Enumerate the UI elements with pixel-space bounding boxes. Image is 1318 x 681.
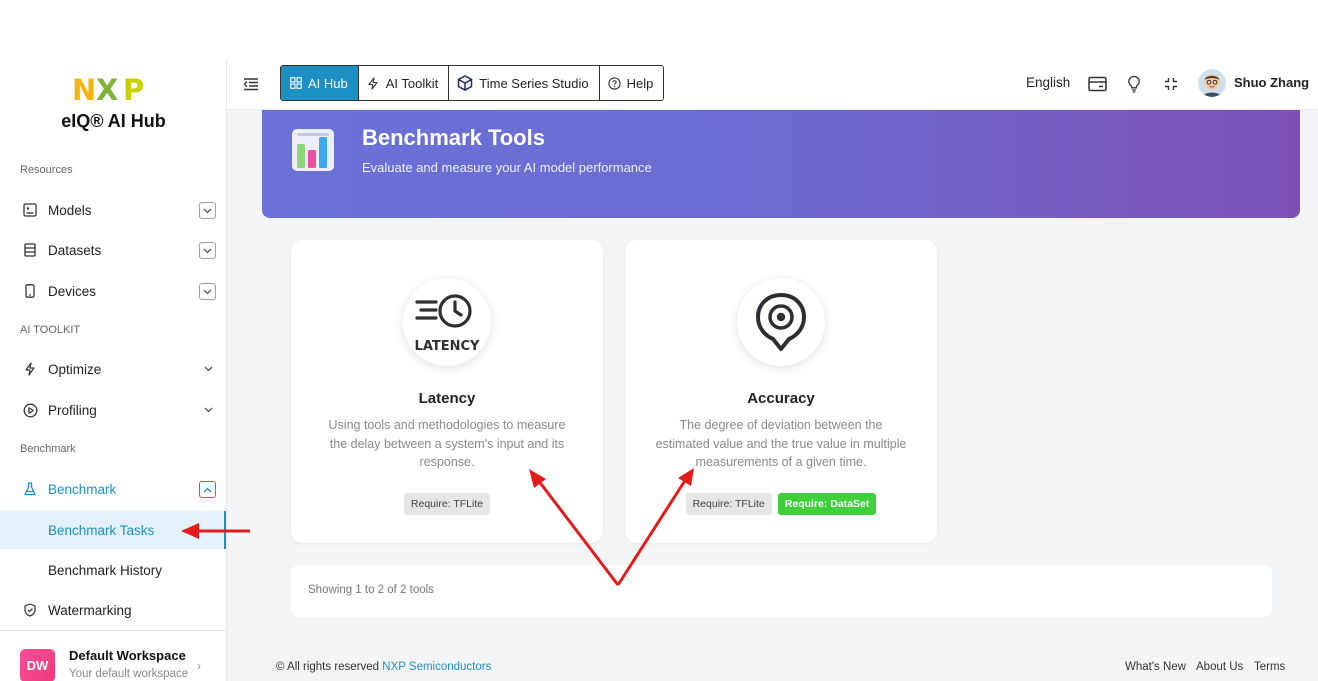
sidebar-item-label: Benchmark bbox=[48, 481, 117, 497]
sidebar: N X P eIQ® AI Hub Resources Models Datas… bbox=[0, 60, 227, 681]
sidebar-item-datasets[interactable]: Datasets bbox=[0, 232, 226, 268]
card-badges: Require: TFLite bbox=[291, 493, 603, 515]
tool-card-latency[interactable]: LATENCY Latency Using tools and methodol… bbox=[291, 240, 603, 543]
tab-ai-hub[interactable]: AI Hub bbox=[281, 66, 359, 100]
accuracy-target-icon bbox=[737, 278, 825, 366]
workspace-name: Default Workspace bbox=[69, 648, 186, 663]
tab-help[interactable]: Help bbox=[599, 66, 664, 100]
card-description: The degree of deviation between the esti… bbox=[655, 418, 907, 469]
footer-link-terms[interactable]: Terms bbox=[1254, 661, 1285, 673]
grid-icon bbox=[289, 77, 302, 90]
main-nav-tabs: AI Hub AI Toolkit Time Series Studio Hel… bbox=[280, 65, 665, 101]
requirement-badge-tflite: Require: TFLite bbox=[403, 493, 491, 515]
section-ai-toolkit: AI TOOLKIT bbox=[20, 324, 81, 336]
page-title: Benchmark Tools bbox=[362, 125, 545, 150]
models-icon bbox=[22, 202, 38, 218]
card-title: Latency bbox=[418, 390, 476, 407]
question-circle-icon bbox=[607, 76, 621, 90]
svg-text:X: X bbox=[96, 74, 118, 104]
sidebar-item-label: Watermarking bbox=[48, 602, 132, 618]
sidebar-item-optimize[interactable]: Optimize bbox=[0, 351, 226, 387]
chevron-down-icon[interactable] bbox=[201, 362, 215, 376]
tab-label: AI Toolkit bbox=[385, 75, 439, 91]
footer-copyright: © All rights reserved NXP Semiconductors bbox=[276, 661, 491, 673]
chevron-down-icon[interactable] bbox=[199, 283, 216, 300]
chevron-down-icon[interactable] bbox=[199, 242, 216, 259]
sidebar-item-label: Optimize bbox=[48, 361, 102, 377]
fullscreen-icon[interactable] bbox=[1161, 74, 1181, 94]
menu-toggle-icon[interactable] bbox=[243, 76, 259, 92]
language-selector[interactable]: English bbox=[1026, 75, 1070, 90]
sidebar-item-benchmark[interactable]: Benchmark bbox=[0, 471, 226, 507]
sidebar-item-label: Models bbox=[48, 202, 92, 218]
user-name[interactable]: Shuo Zhang bbox=[1234, 75, 1309, 90]
lightning-icon bbox=[367, 76, 380, 90]
sidebar-item-devices[interactable]: Devices bbox=[0, 273, 226, 309]
sidebar-item-benchmark-history[interactable]: Benchmark History bbox=[0, 551, 226, 589]
sidebar-item-label: Datasets bbox=[48, 242, 102, 258]
chevron-down-icon[interactable] bbox=[201, 403, 215, 417]
page-banner: Benchmark Tools Evaluate and measure you… bbox=[262, 110, 1300, 218]
requirement-badge-dataset: Require: DataSet bbox=[777, 493, 877, 515]
bar-chart-icon bbox=[292, 129, 334, 171]
svg-text:P: P bbox=[123, 74, 144, 104]
sidebar-item-benchmark-tasks[interactable]: Benchmark Tasks bbox=[0, 511, 226, 549]
card-description: Using tools and methodologies to measure… bbox=[328, 418, 566, 469]
sidebar-item-profiling[interactable]: Profiling bbox=[0, 392, 226, 428]
chevron-right-icon: › bbox=[197, 659, 201, 673]
copyright-text: © All rights reserved bbox=[276, 661, 383, 673]
devices-icon bbox=[22, 283, 38, 299]
sidebar-item-label: Profiling bbox=[48, 402, 97, 418]
sidebar-item-label: Benchmark Tasks bbox=[48, 522, 155, 538]
pagination-summary: Showing 1 to 2 of 2 tools bbox=[308, 584, 434, 596]
footer-link-about-us[interactable]: About Us bbox=[1196, 661, 1243, 673]
lightning-icon bbox=[22, 361, 38, 377]
workspace-subtitle: Your default workspace bbox=[69, 668, 189, 680]
user-avatar[interactable] bbox=[1198, 69, 1226, 97]
card-badges: Require: TFLite Require: DataSet bbox=[625, 493, 937, 515]
page-subtitle: Evaluate and measure your AI model perfo… bbox=[362, 160, 652, 175]
datasets-icon bbox=[22, 242, 38, 258]
tab-label: AI Hub bbox=[308, 75, 348, 91]
footer-link-whats-new[interactable]: What's New bbox=[1125, 661, 1186, 673]
section-benchmark: Benchmark bbox=[20, 443, 76, 455]
latency-icon-caption: LATENCY bbox=[415, 339, 481, 354]
lightbulb-icon[interactable] bbox=[1124, 74, 1144, 94]
tab-label: Help bbox=[626, 75, 654, 91]
wallet-icon[interactable] bbox=[1087, 74, 1107, 94]
play-circle-icon bbox=[22, 402, 38, 418]
tab-label: Time Series Studio bbox=[479, 75, 589, 91]
sidebar-item-label: Benchmark History bbox=[48, 562, 163, 578]
tab-time-series-studio[interactable]: Time Series Studio bbox=[449, 66, 600, 100]
workspace-avatar: DW bbox=[20, 649, 55, 681]
app-name: eIQ® AI Hub bbox=[61, 111, 166, 131]
svg-text:N: N bbox=[72, 74, 96, 104]
section-resources: Resources bbox=[20, 164, 73, 176]
cube-icon bbox=[457, 75, 473, 91]
sidebar-item-label: Devices bbox=[48, 283, 97, 299]
sidebar-item-watermarking[interactable]: Watermarking bbox=[0, 592, 226, 628]
latency-clock-icon: LATENCY bbox=[403, 278, 491, 366]
chevron-down-icon[interactable] bbox=[199, 202, 216, 219]
chevron-up-icon[interactable] bbox=[199, 481, 216, 498]
company-link[interactable]: NXP Semiconductors bbox=[382, 661, 491, 673]
tab-ai-toolkit[interactable]: AI Toolkit bbox=[358, 66, 450, 100]
shield-icon bbox=[22, 602, 38, 618]
nxp-logo: N X P bbox=[72, 74, 144, 104]
flask-icon bbox=[22, 481, 38, 497]
top-blank-strip bbox=[0, 0, 1318, 60]
workspace-switcher[interactable]: DW Default Workspace Your default worksp… bbox=[0, 630, 226, 681]
tool-card-accuracy[interactable]: Accuracy The degree of deviation between… bbox=[625, 240, 937, 543]
card-title: Accuracy bbox=[747, 390, 815, 407]
top-bar: AI Hub AI Toolkit Time Series Studio Hel… bbox=[227, 60, 1318, 110]
requirement-badge-tflite: Require: TFLite bbox=[685, 493, 772, 515]
pagination-bar: Showing 1 to 2 of 2 tools bbox=[291, 565, 1272, 617]
sidebar-item-models[interactable]: Models bbox=[0, 192, 226, 228]
